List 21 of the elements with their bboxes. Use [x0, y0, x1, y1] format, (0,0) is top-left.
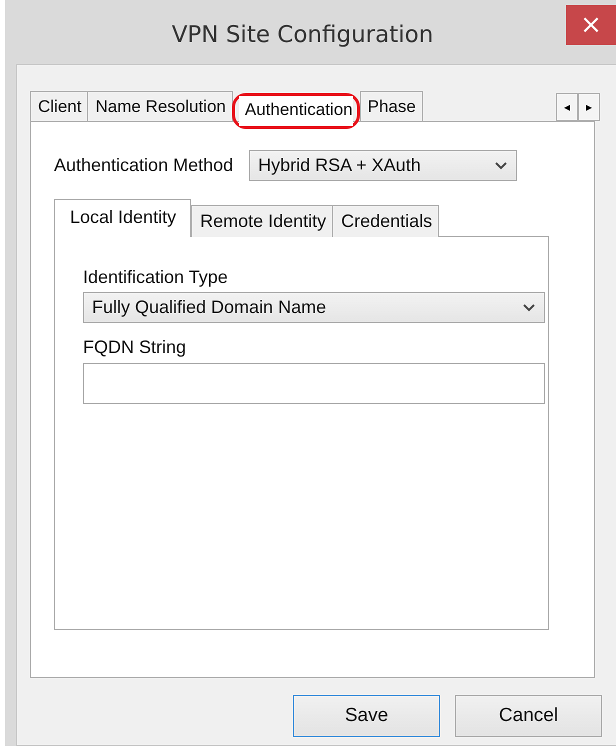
- dropdown[interactable]: Fully Qualified Domain Name: [83, 292, 545, 323]
- chevron-down-icon: [495, 162, 508, 170]
- tab-scroll-button[interactable]: ◂: [556, 93, 578, 121]
- close-button[interactable]: ×: [566, 5, 616, 45]
- tab-scroll-button[interactable]: ▸: [578, 93, 600, 121]
- chevron-down-icon: [523, 304, 535, 312]
- tab[interactable]: Local Identity: [54, 199, 192, 237]
- field-label: FQDN String: [83, 337, 188, 358]
- tab[interactable]: Remote Identity: [191, 205, 334, 237]
- tab[interactable]: Phase: [360, 91, 423, 121]
- field-label: Identification Type: [83, 267, 229, 288]
- dropdown[interactable]: Hybrid RSA + XAuth: [249, 150, 518, 181]
- tab[interactable]: Authentication: [238, 96, 353, 126]
- text-field[interactable]: [83, 363, 545, 404]
- tab[interactable]: Client: [30, 91, 88, 121]
- field-label: Authentication Method: [54, 155, 234, 176]
- tab[interactable]: Name Resolution: [87, 91, 233, 121]
- dialog-button[interactable]: Save: [293, 695, 440, 737]
- window-title: VPN Site Configuration: [172, 22, 434, 48]
- dialog-button[interactable]: Cancel: [455, 695, 602, 737]
- tab[interactable]: Credentials: [332, 205, 440, 237]
